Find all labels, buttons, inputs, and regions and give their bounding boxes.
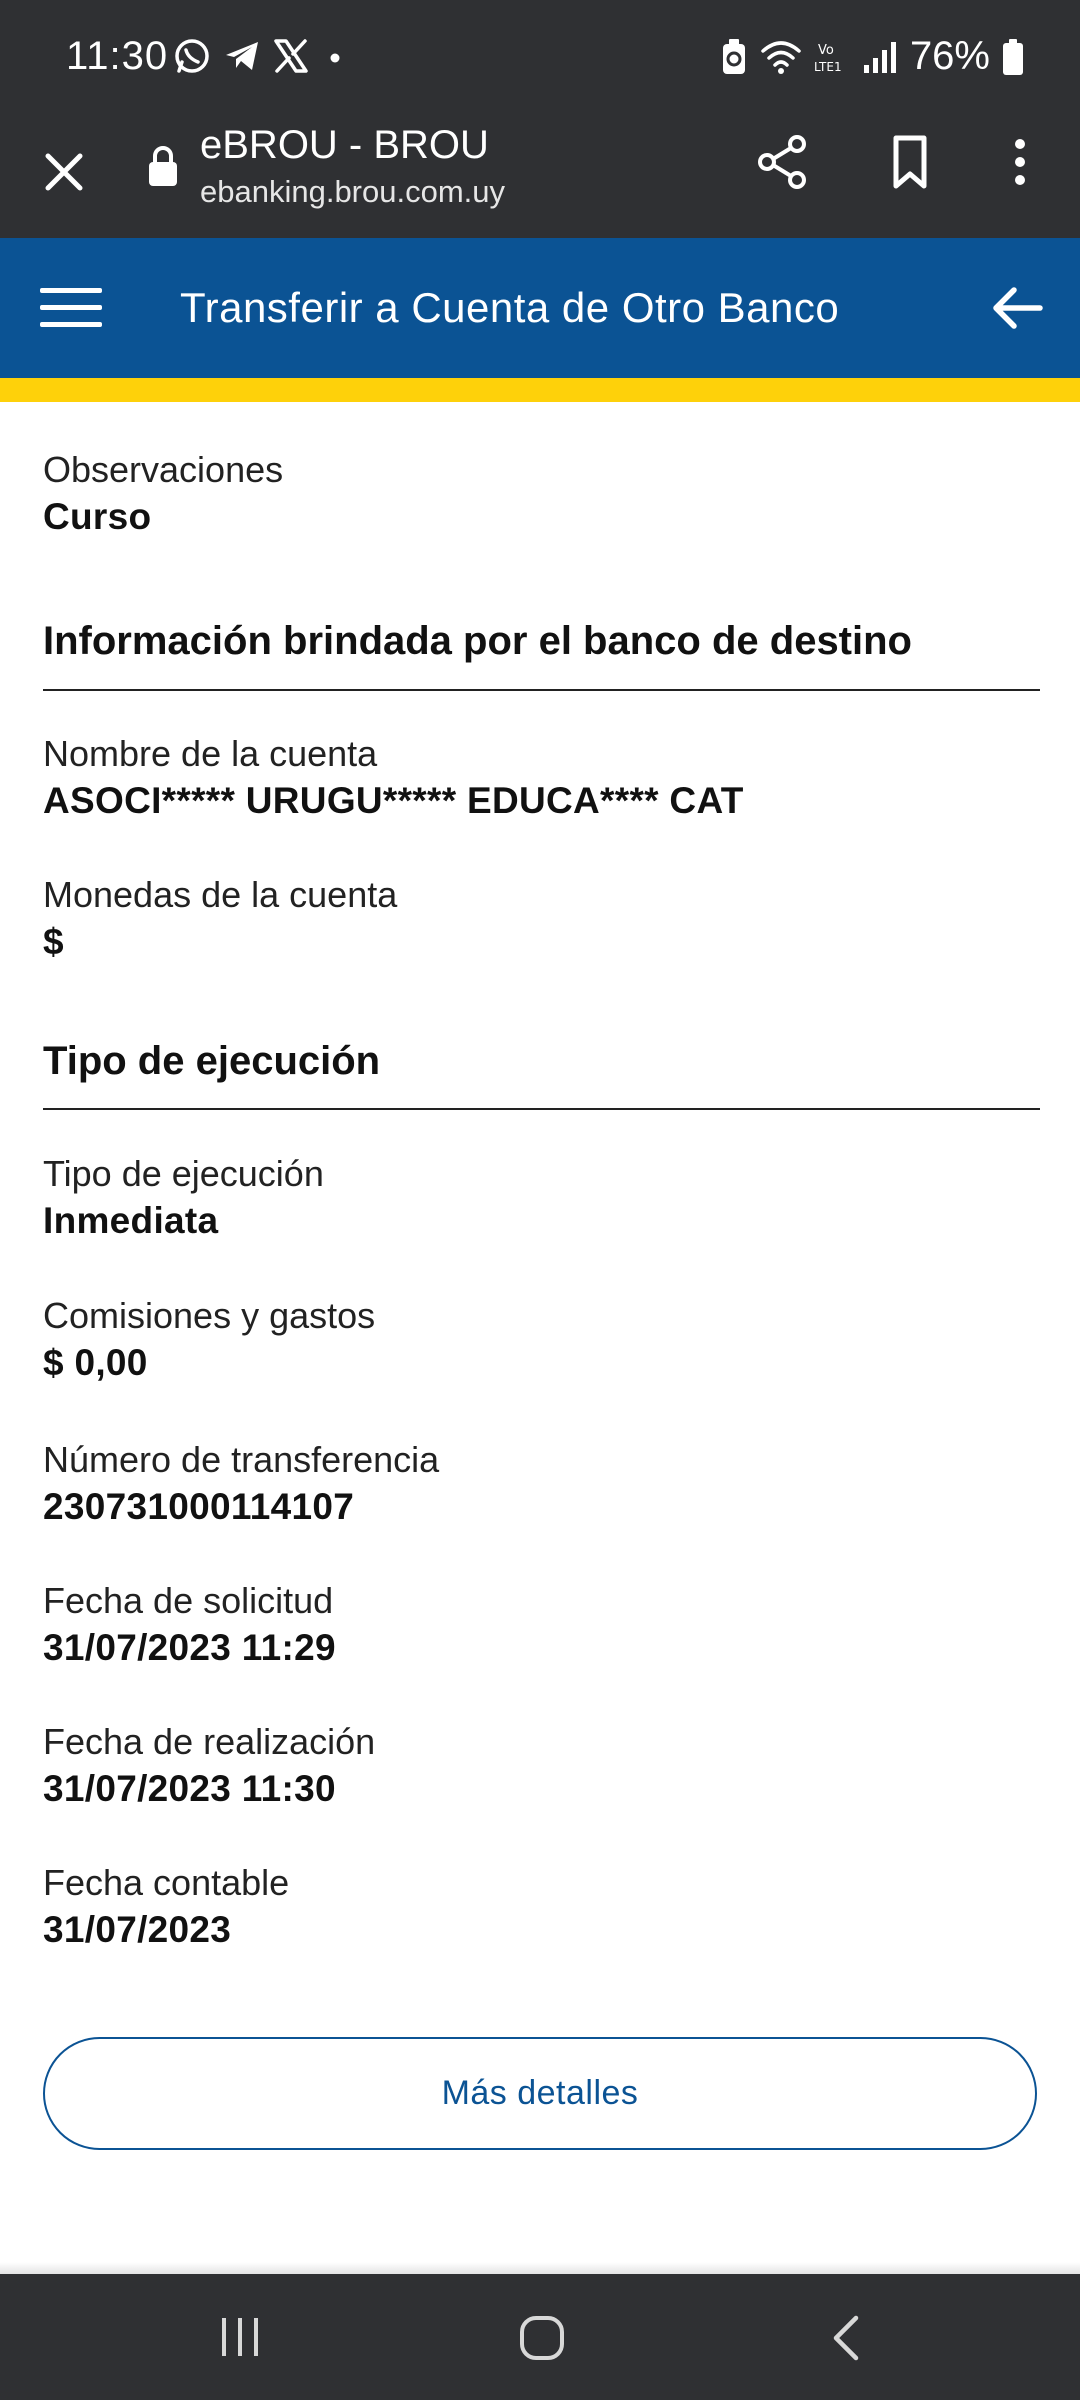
field-label: Fecha contable [43, 1862, 290, 1903]
field-monedas-cuenta: Monedas de la cuenta $ [43, 873, 1040, 967]
browser-toolbar: eBROU - BROU ebanking.brou.com.uy [0, 122, 1080, 238]
field-value: 31/07/2023 11:29 [43, 1627, 336, 1668]
close-tab-button[interactable] [34, 142, 94, 202]
field-value: Curso [43, 496, 152, 537]
field-label: Número de transferencia [43, 1439, 440, 1480]
app-header: Transferir a Cuenta de Otro Banco [0, 238, 1080, 378]
share-icon[interactable] [752, 132, 812, 192]
field-comisiones: Comisiones y gastos $ 0,00 [43, 1294, 1040, 1388]
section-title-ejecucion: Tipo de ejecución [43, 1039, 381, 1083]
volte-icon: Vo LTE1 [814, 39, 850, 75]
telegram-icon [222, 36, 262, 76]
field-value: $ [43, 921, 64, 962]
notification-icons [172, 36, 350, 76]
x-icon [272, 37, 310, 75]
field-label: Observaciones [43, 449, 284, 490]
dot-icon [320, 41, 350, 71]
field-value: 31/07/2023 [43, 1909, 232, 1950]
status-bar: 11:30 Vo LTE1 76% [0, 0, 1080, 122]
field-value: 230731000114107 [43, 1486, 355, 1527]
field-fecha-contable: Fecha contable 31/07/2023 [43, 1861, 1040, 1955]
more-options-icon[interactable] [1000, 132, 1040, 192]
field-tipo-ejecucion: Tipo de ejecución Inmediata [43, 1152, 1040, 1246]
battery-icon [1002, 38, 1024, 76]
wifi-icon [760, 39, 802, 75]
header-title: Transferir a Cuenta de Otro Banco [180, 284, 840, 331]
field-numero-transferencia: Número de transferencia 230731000114107 [43, 1438, 1040, 1532]
field-label: Comisiones y gastos [43, 1295, 376, 1336]
field-label: Fecha de realización [43, 1721, 376, 1762]
hamburger-menu-icon[interactable] [40, 286, 102, 330]
field-nombre-cuenta: Nombre de la cuenta ASOCI***** URUGU****… [43, 732, 1040, 826]
field-observaciones: Observaciones Curso [43, 448, 1040, 542]
field-label: Nombre de la cuenta [43, 733, 378, 774]
battery-percentage: 76% [909, 34, 990, 78]
recent-apps-icon[interactable] [216, 2314, 264, 2360]
field-label: Fecha de solicitud [43, 1580, 334, 1621]
url-text[interactable]: ebanking.brou.com.uy [200, 172, 505, 212]
bottom-shadow [0, 2262, 1080, 2274]
field-label: Monedas de la cuenta [43, 874, 398, 915]
field-value: 31/07/2023 11:30 [43, 1768, 336, 1809]
section-title-destino: Información brindada por el banco de des… [43, 619, 912, 663]
lock-icon [149, 146, 177, 186]
section-divider [43, 1108, 1040, 1110]
more-details-button[interactable]: Más detalles [43, 2037, 1037, 2150]
page-title[interactable]: eBROU - BROU [200, 122, 489, 168]
signal-icon [862, 39, 898, 75]
bookmark-icon[interactable] [880, 132, 940, 192]
field-label: Tipo de ejecución [43, 1153, 324, 1194]
status-time: 11:30 [66, 34, 169, 78]
section-divider [43, 689, 1040, 691]
field-fecha-solicitud: Fecha de solicitud 31/07/2023 11:29 [43, 1579, 1040, 1673]
field-fecha-realizacion: Fecha de realización 31/07/2023 11:30 [43, 1720, 1040, 1814]
accent-strip [0, 378, 1080, 402]
svg-text:Vo: Vo [818, 43, 834, 58]
status-right-icons: Vo LTE1 76% [720, 34, 1024, 79]
home-icon[interactable] [518, 2314, 566, 2362]
svg-text:LTE1: LTE1 [814, 60, 842, 74]
back-icon[interactable] [826, 2314, 866, 2362]
system-nav-bar [0, 2274, 1080, 2400]
close-icon [45, 153, 83, 191]
whatsapp-icon [172, 36, 212, 76]
back-arrow-icon[interactable] [986, 278, 1046, 338]
field-value: ASOCI***** URUGU***** EDUCA**** CAT [43, 780, 744, 821]
battery-saver-icon [720, 38, 748, 76]
field-value: Inmediata [43, 1200, 219, 1241]
field-value: $ 0,00 [43, 1342, 148, 1383]
